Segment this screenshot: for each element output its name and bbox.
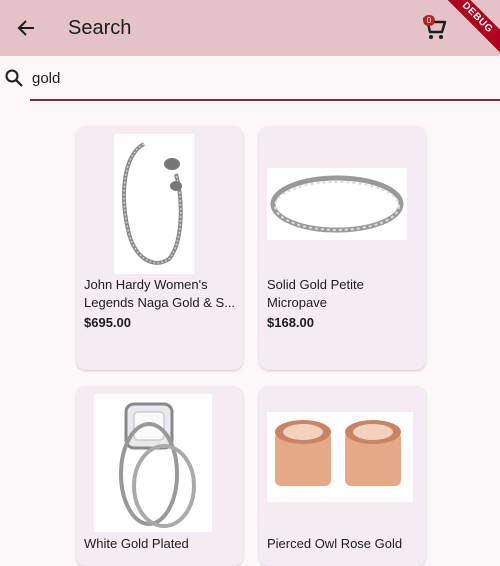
product-name: Pierced Owl Rose Gold xyxy=(267,536,403,551)
product-card[interactable]: John Hardy Women's Legends Naga Gold & S… xyxy=(76,126,243,370)
diamond-ring-image xyxy=(94,394,212,532)
product-card[interactable]: White Gold Plated xyxy=(76,386,243,566)
product-price: $168.00 xyxy=(267,315,314,330)
debug-label: DEBUG xyxy=(440,0,500,56)
product-name: White Gold Plated xyxy=(84,536,189,551)
product-name: Solid Gold Petite Micropave xyxy=(267,277,364,310)
product-name: John Hardy Women's Legends Naga Gold & S… xyxy=(84,277,236,310)
page-title: Search xyxy=(68,16,132,39)
rose-gold-plugs-image xyxy=(267,412,413,502)
product-card[interactable]: Pierced Owl Rose Gold xyxy=(259,386,426,566)
bracelet-image xyxy=(114,134,194,274)
search-input-underline xyxy=(30,99,500,101)
product-card[interactable]: Solid Gold Petite Micropave $168.00 xyxy=(259,126,426,370)
product-price: $695.00 xyxy=(84,315,131,330)
search-icon xyxy=(4,68,24,88)
cart-count-badge: 0 xyxy=(423,15,435,26)
search-input[interactable]: gold xyxy=(32,70,60,87)
back-arrow-icon[interactable] xyxy=(14,16,38,40)
ring-band-image xyxy=(267,168,407,240)
debug-banner: DEBUG xyxy=(440,0,500,60)
